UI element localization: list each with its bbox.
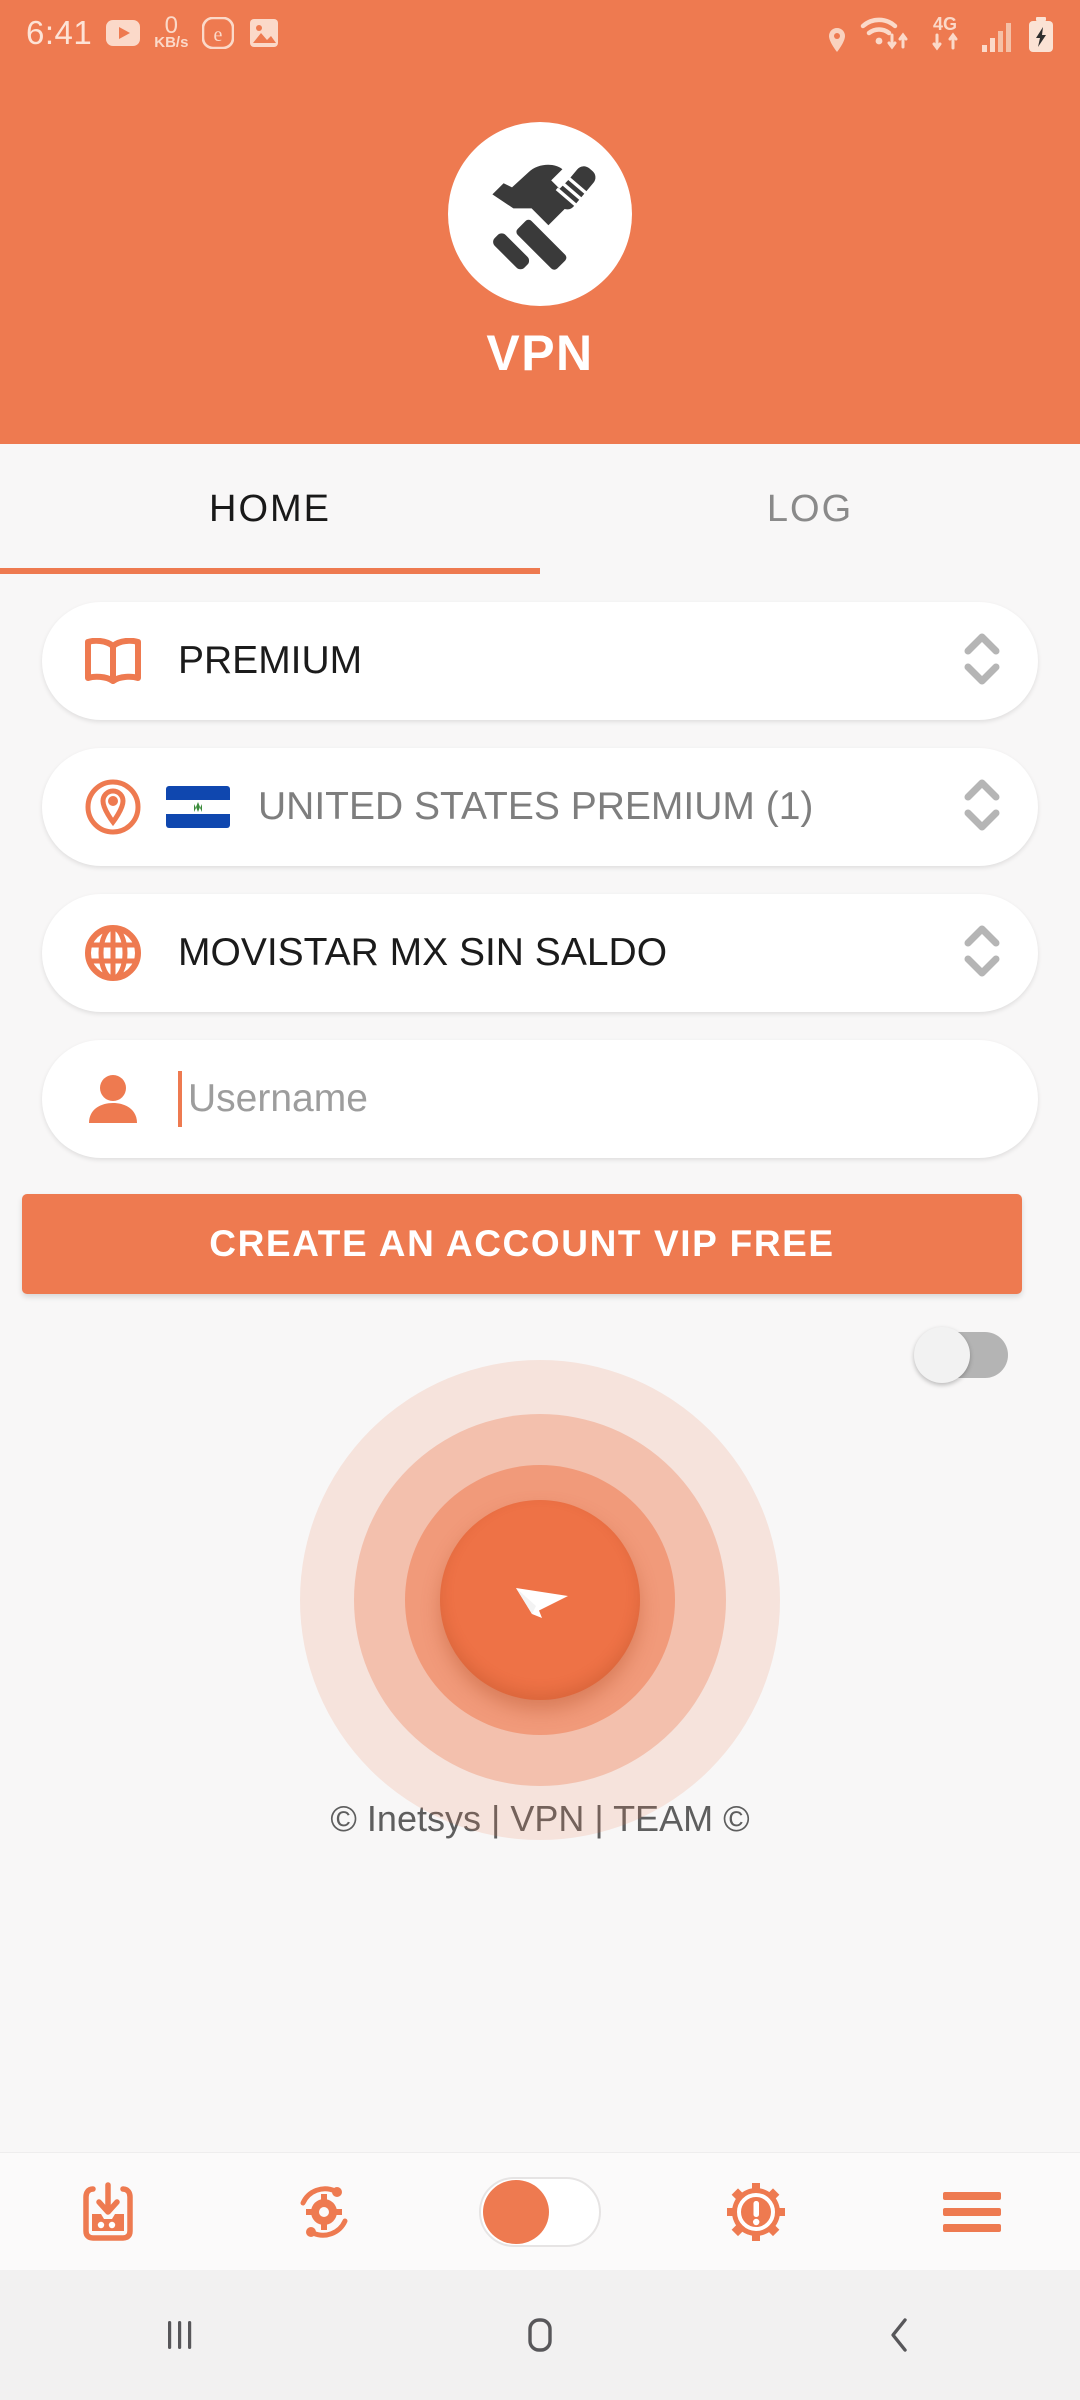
status-bar-right: 4G	[828, 13, 1054, 53]
back-chevron-icon	[891, 2318, 907, 2352]
main-content: PREMIUM UNITED STATES PREMIUM (1) MOVIST…	[0, 574, 1080, 2152]
status-bar-clock: 6:41	[26, 14, 93, 51]
hamburger-menu-icon	[943, 2191, 1001, 2232]
server-label: UNITED STATES PREMIUM (1)	[258, 785, 814, 828]
person-icon	[76, 1071, 150, 1127]
up-down-chevrons-icon[interactable]	[960, 921, 1004, 986]
home-button[interactable]	[465, 2285, 615, 2385]
status-bar: 6:41 0 KB/s e 4G	[0, 0, 1080, 66]
app-logo	[448, 122, 632, 306]
create-account-button[interactable]: CREATE AN ACCOUNT VIP FREE	[22, 1194, 1022, 1294]
connect-button-area	[42, 1360, 1038, 1840]
toolbar-toggle-track[interactable]	[479, 2176, 601, 2247]
inbox-download-icon	[83, 2181, 133, 2241]
network-selector-row[interactable]: MOVISTAR MX SIN SALDO	[42, 894, 1038, 1012]
username-field[interactable]: Username	[42, 1040, 1038, 1158]
gear-refresh-icon	[300, 2185, 348, 2238]
youtube-icon	[106, 20, 141, 46]
text-caret	[178, 1071, 182, 1127]
status-bar-left: 6:41 0 KB/s e	[26, 14, 280, 52]
app-header: VPN	[0, 66, 1080, 444]
premium-selector-row[interactable]: PREMIUM	[42, 602, 1038, 720]
up-down-chevrons-icon[interactable]	[960, 629, 1004, 694]
el-salvador-flag	[166, 786, 230, 828]
username-placeholder: Username	[188, 1077, 368, 1120]
tab-home-label: HOME	[209, 487, 331, 530]
net-speed-indicator: 0 KB/s	[154, 14, 189, 51]
tab-log-label: LOG	[766, 487, 854, 530]
home-square-icon	[528, 2318, 552, 2352]
back-button[interactable]	[825, 2285, 975, 2385]
toolbar-toggle[interactable]	[465, 2157, 615, 2267]
vpn-app-screen: 6:41 0 KB/s e 4G VPN HOME LOG PREMIUM UN…	[0, 0, 1080, 2400]
net-speed-unit: KB/s	[154, 33, 189, 51]
settings-alert-button[interactable]	[681, 2157, 831, 2267]
premium-label: PREMIUM	[178, 639, 363, 682]
open-book-icon	[76, 638, 150, 684]
signal-bars-icon	[982, 23, 1011, 52]
network-label: MOVISTAR MX SIN SALDO	[178, 931, 668, 974]
svg-text:4G: 4G	[933, 14, 957, 34]
hammer-and-screwdriver-icon	[492, 164, 596, 270]
connect-button[interactable]	[440, 1500, 640, 1700]
globe-icon	[76, 924, 150, 982]
mobile-data-4g-icon: 4G	[932, 14, 958, 51]
tab-home[interactable]: HOME	[0, 444, 540, 574]
location-icon	[829, 28, 845, 52]
recents-button[interactable]	[105, 2285, 255, 2385]
toolbar-toggle-knob	[483, 2179, 549, 2244]
battery-charging-icon	[1029, 17, 1053, 52]
android-navigation-bar	[0, 2270, 1080, 2400]
bottom-toolbar	[0, 2152, 1080, 2270]
e-browser-icon: e	[202, 17, 235, 49]
svg-text:e: e	[214, 24, 223, 46]
server-selector-row[interactable]: UNITED STATES PREMIUM (1)	[42, 748, 1038, 866]
tab-log[interactable]: LOG	[540, 444, 1080, 574]
gear-exclamation-icon	[727, 2182, 785, 2241]
import-config-button[interactable]	[33, 2157, 183, 2267]
paper-plane-send-icon	[516, 1588, 568, 1618]
refresh-settings-button[interactable]	[249, 2157, 399, 2267]
wifi-icon	[860, 17, 908, 50]
menu-button[interactable]	[897, 2157, 1047, 2267]
tab-bar: HOME LOG	[0, 444, 1080, 574]
recents-icon	[168, 2321, 192, 2349]
gallery-icon	[250, 19, 279, 47]
location-pin-target-icon	[76, 778, 150, 836]
up-down-chevrons-icon[interactable]	[960, 775, 1004, 840]
page-title: VPN	[486, 325, 594, 381]
